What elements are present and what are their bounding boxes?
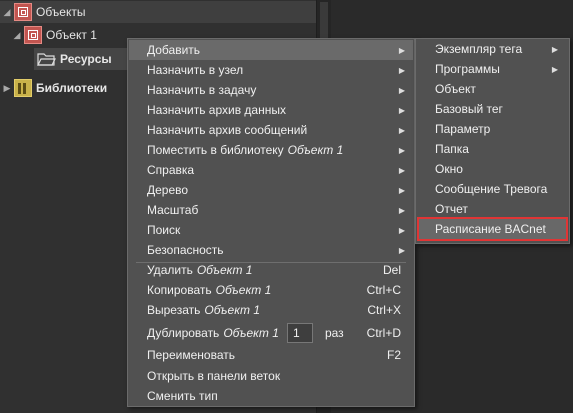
tree-item-objects[interactable]: ◢ Объекты — [0, 1, 316, 23]
submenu-arrow-icon: ▶ — [551, 44, 558, 54]
menu-item-help[interactable]: Справка ▶ — [129, 160, 413, 180]
submenu-item-object[interactable]: Объект — [417, 79, 568, 99]
shortcut-label: Ctrl+D — [366, 326, 401, 340]
submenu-arrow-icon: ▶ — [398, 185, 405, 195]
menu-item-search[interactable]: Поиск ▶ — [129, 220, 413, 240]
shortcut-label: Del — [382, 263, 401, 277]
menu-item-place-in-library[interactable]: Поместить в библиотеку Объект 1 ▶ — [129, 140, 413, 160]
expand-arrow-icon[interactable]: ▶ — [2, 83, 12, 94]
submenu-item-bacnet-schedule[interactable]: Расписание BACnet — [417, 217, 568, 241]
submenu-arrow-icon: ▶ — [398, 105, 405, 115]
add-submenu: Экземпляр тега ▶ Программы ▶ Объект Базовы… — [415, 38, 570, 244]
menu-item-assign-task[interactable]: Назначить в задачу ▶ — [129, 80, 413, 100]
menu-item-copy[interactable]: Копировать Объект 1 Ctrl+C — [129, 280, 413, 300]
shortcut-label: Ctrl+C — [366, 283, 401, 297]
menu-item-cut[interactable]: Вырезать Объект 1 Ctrl+X — [129, 300, 413, 320]
menu-item-zoom[interactable]: Масштаб ▶ — [129, 200, 413, 220]
submenu-arrow-icon: ▶ — [398, 225, 405, 235]
menu-item-security[interactable]: Безопасность ▶ — [129, 240, 413, 260]
submenu-item-tag-instance[interactable]: Экземпляр тега ▶ — [417, 39, 568, 59]
object-icon — [14, 3, 32, 21]
submenu-item-report[interactable]: Отчет — [417, 199, 568, 219]
tree-item-label: Объекты — [36, 5, 86, 19]
submenu-item-base-tag[interactable]: Базовый тег — [417, 99, 568, 119]
submenu-arrow-icon: ▶ — [551, 64, 558, 74]
submenu-arrow-icon: ▶ — [398, 245, 405, 255]
menu-item-assign-node[interactable]: Назначить в узел ▶ — [129, 60, 413, 80]
tree-item-label: Ресурсы — [60, 52, 112, 66]
folder-icon — [36, 50, 56, 68]
shortcut-label: F2 — [386, 348, 401, 362]
submenu-arrow-icon: ▶ — [398, 165, 405, 175]
submenu-arrow-icon: ▶ — [398, 65, 405, 75]
submenu-arrow-icon: ▶ — [398, 145, 405, 155]
menu-item-assign-data-archive[interactable]: Назначить архив данных ▶ — [129, 100, 413, 120]
menu-item-change-type[interactable]: Сменить тип — [129, 386, 413, 406]
submenu-arrow-icon: ▶ — [398, 205, 405, 215]
submenu-arrow-icon: ▶ — [398, 85, 405, 95]
tree-item-object-1[interactable]: ◢ Объект 1 — [12, 24, 97, 46]
submenu-item-window[interactable]: Окно — [417, 159, 568, 179]
object-icon — [24, 26, 42, 44]
shortcut-label: Ctrl+X — [367, 303, 401, 317]
menu-item-assign-message-archive[interactable]: Назначить архив сообщений ▶ — [129, 120, 413, 140]
duplicate-suffix: раз — [324, 326, 344, 340]
submenu-item-alarm-message[interactable]: Сообщение Тревога — [417, 179, 568, 199]
submenu-item-parameter[interactable]: Параметр — [417, 119, 568, 139]
tree-item-label: Объект 1 — [46, 28, 97, 42]
menu-item-duplicate[interactable]: Дублировать Объект 1 1 раз Ctrl+D — [129, 321, 413, 345]
library-icon — [14, 79, 32, 97]
menu-item-rename[interactable]: Переименовать F2 — [129, 345, 413, 365]
tree-item-label: Библиотеки — [36, 81, 108, 95]
menu-item-tree[interactable]: Дерево ▶ — [129, 180, 413, 200]
context-menu: Добавить ▶ Назначить в узел ▶ Назначить в … — [127, 38, 415, 407]
expand-arrow-icon[interactable]: ◢ — [2, 7, 12, 18]
submenu-arrow-icon: ▶ — [398, 45, 405, 55]
menu-item-delete[interactable]: Удалить Объект 1 Del — [129, 260, 413, 280]
duplicate-count-input[interactable]: 1 — [286, 323, 313, 343]
menu-item-add[interactable]: Добавить ▶ — [129, 40, 413, 60]
tree-item-libraries[interactable]: ▶ Библиотеки — [0, 77, 107, 99]
submenu-item-folder[interactable]: Папка — [417, 139, 568, 159]
menu-item-open-in-branch-panel[interactable]: Открыть в панели веток — [129, 366, 413, 386]
submenu-item-programs[interactable]: Программы ▶ — [417, 59, 568, 79]
submenu-arrow-icon: ▶ — [398, 125, 405, 135]
expand-arrow-icon[interactable]: ◢ — [12, 30, 22, 41]
